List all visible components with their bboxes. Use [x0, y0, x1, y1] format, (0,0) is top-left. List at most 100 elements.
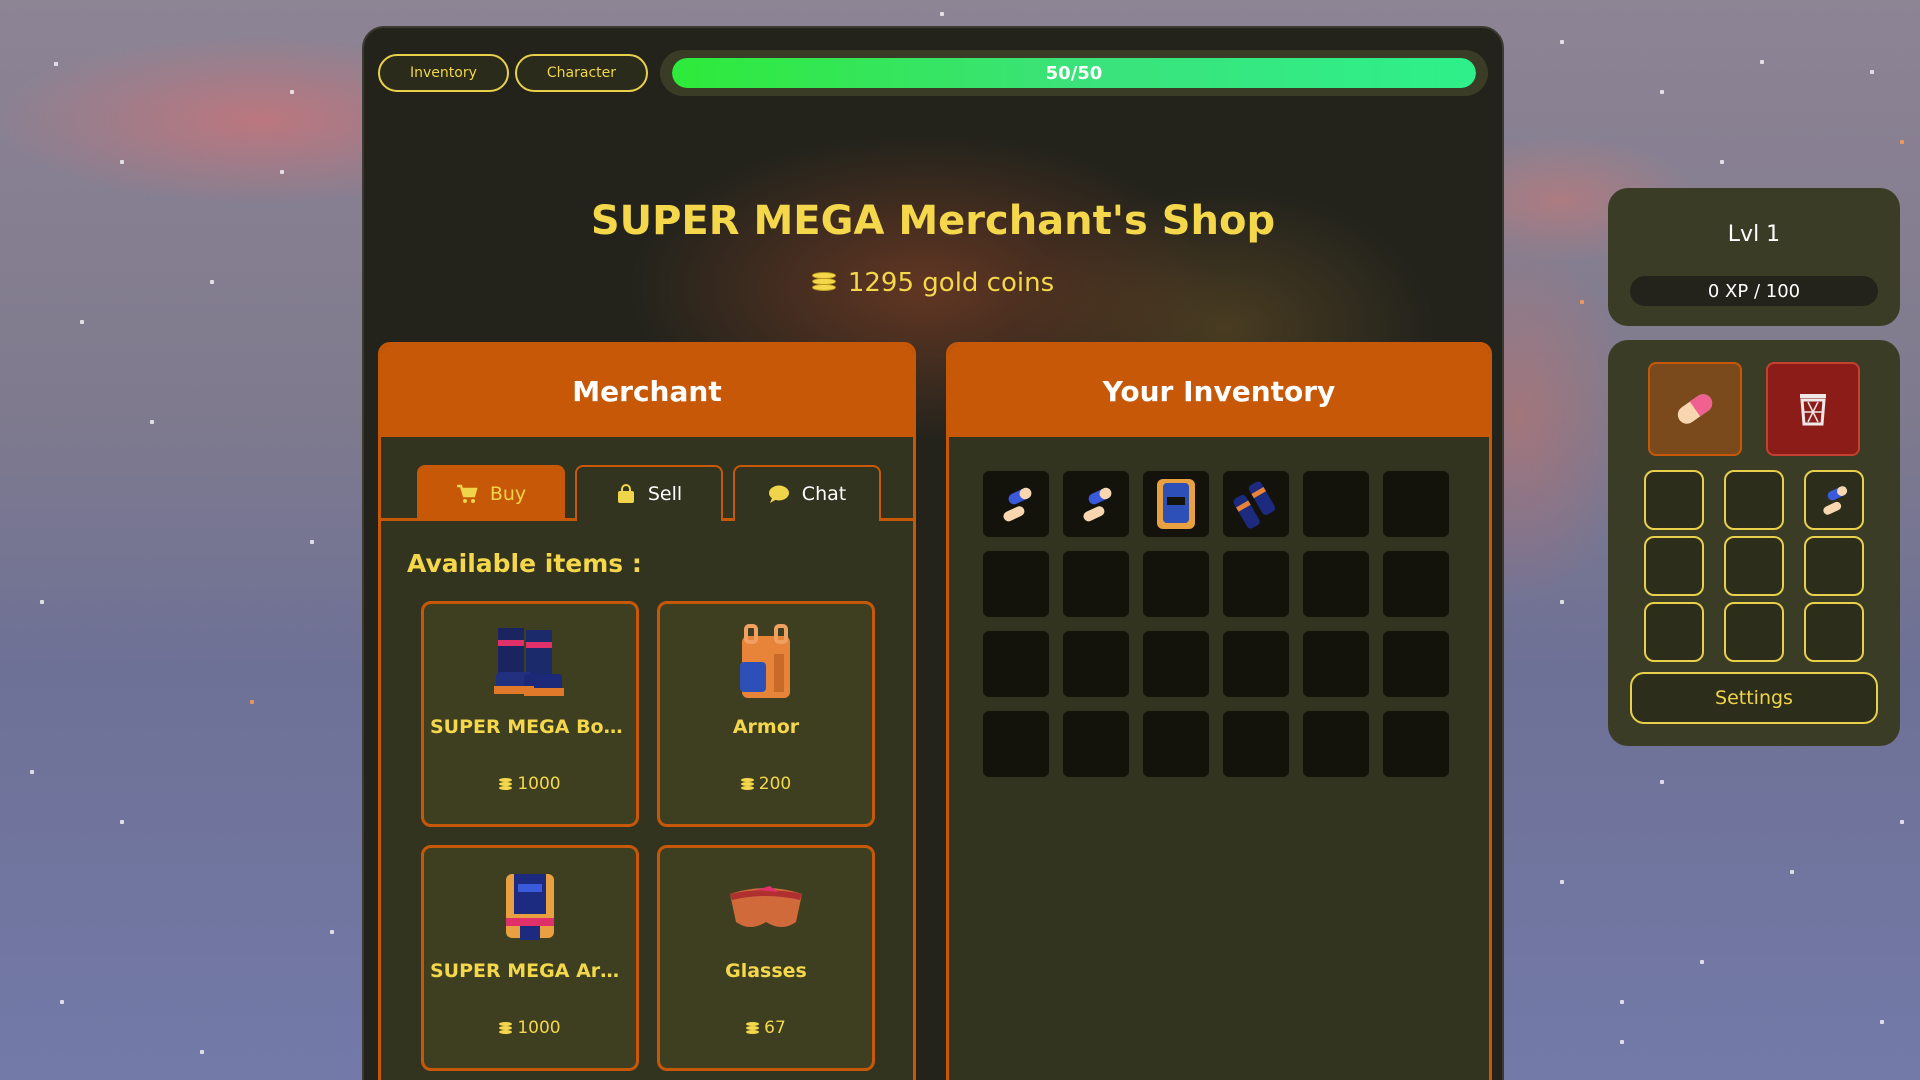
character-button[interactable]: Character: [514, 54, 648, 92]
item-price-value: 200: [758, 774, 792, 794]
inventory-slot[interactable]: [1063, 551, 1129, 617]
item-price: 200: [660, 774, 872, 794]
merchant-tabs: Buy Sell Chat: [381, 437, 913, 521]
star: [1900, 820, 1904, 824]
star: [310, 540, 314, 544]
inventory-slot[interactable]: [1063, 711, 1129, 777]
inventory-slot[interactable]: [1063, 631, 1129, 697]
star: [1560, 600, 1564, 604]
shop-item-super-mega-armor[interactable]: SUPER MEGA Armor 1000: [421, 845, 639, 1071]
inventory-slot[interactable]: [1143, 471, 1209, 537]
shop-item-armor[interactable]: Armor 200: [657, 601, 875, 827]
inventory-slot[interactable]: [1063, 471, 1129, 537]
inventory-slot[interactable]: [1383, 551, 1449, 617]
pill-icon: [1823, 486, 1848, 515]
inventory-panel: Your Inventory: [946, 342, 1492, 1080]
inventory-slot[interactable]: [1223, 471, 1289, 537]
tab-buy[interactable]: Buy: [417, 465, 565, 521]
inventory-slot[interactable]: [1383, 631, 1449, 697]
health-text: 50/50: [1045, 62, 1103, 84]
star: [1620, 1000, 1624, 1004]
health-bar-container: 50/50: [660, 50, 1488, 96]
star: [940, 12, 944, 16]
inventory-slot[interactable]: [1143, 551, 1209, 617]
inventory-slot[interactable]: [1143, 711, 1209, 777]
gold-display: 1295 gold coins: [364, 268, 1502, 298]
health-bar: 50/50: [672, 58, 1476, 88]
star: [150, 420, 154, 424]
inventory-slot[interactable]: [1223, 631, 1289, 697]
tab-chat[interactable]: Chat: [733, 465, 881, 521]
item-name: Armor: [732, 716, 800, 738]
star: [1900, 140, 1904, 144]
quick-slot[interactable]: [1724, 602, 1784, 662]
inventory-slot[interactable]: [983, 471, 1049, 537]
pill-icon: [1083, 487, 1112, 522]
star: [1870, 70, 1874, 74]
use-item-slot[interactable]: [1648, 362, 1742, 456]
inventory-grid: [983, 471, 1449, 777]
merchant-panel: Merchant Buy Sell Chat Available items :: [378, 342, 916, 1080]
star: [54, 62, 58, 66]
star: [30, 770, 34, 774]
inventory-slot[interactable]: [1383, 711, 1449, 777]
inventory-slot[interactable]: [1303, 551, 1369, 617]
trash-slot[interactable]: [1766, 362, 1860, 456]
star: [250, 700, 254, 704]
coin-icon: [740, 778, 755, 790]
item-price-value: 1000: [517, 1018, 561, 1038]
inventory-slot[interactable]: [1303, 471, 1369, 537]
item-name: Glasses: [725, 960, 807, 982]
cart-icon: [456, 484, 478, 503]
star: [210, 280, 214, 284]
star: [330, 930, 334, 934]
inventory-heading: Your Inventory: [949, 345, 1489, 437]
xp-bar: 0 XP / 100: [1630, 276, 1878, 306]
level-text: Lvl 1: [1727, 222, 1781, 247]
tab-buy-label: Buy: [489, 483, 527, 505]
quick-slot[interactable]: [1644, 536, 1704, 596]
available-items-label: Available items :: [407, 549, 642, 578]
star: [200, 1050, 204, 1054]
inventory-slot[interactable]: [1383, 471, 1449, 537]
inventory-slot[interactable]: [1223, 551, 1289, 617]
shop-item-super-mega-boots[interactable]: SUPER MEGA Boots 1000: [421, 601, 639, 827]
quick-slot[interactable]: [1724, 470, 1784, 530]
star: [60, 1000, 64, 1004]
quick-slot[interactable]: [1804, 536, 1864, 596]
gloves-icon: [1233, 481, 1276, 529]
shop-item-glasses[interactable]: Glasses 67: [657, 845, 875, 1071]
inventory-button[interactable]: Inventory: [378, 54, 509, 92]
star: [1880, 1020, 1884, 1024]
star: [1700, 960, 1704, 964]
quick-slot[interactable]: [1644, 602, 1704, 662]
quick-slot[interactable]: [1724, 536, 1784, 596]
star: [80, 320, 84, 324]
item-name: SUPER MEGA Boots: [430, 716, 630, 738]
quick-slot[interactable]: [1804, 602, 1864, 662]
quick-slot[interactable]: [1804, 470, 1864, 530]
tab-chat-label: Chat: [801, 483, 847, 505]
inventory-slot[interactable]: [983, 551, 1049, 617]
trash-icon: [1800, 394, 1826, 426]
inventory-slot[interactable]: [1303, 711, 1369, 777]
star: [1790, 870, 1794, 874]
item-price-value: 67: [764, 1018, 786, 1038]
star: [1660, 90, 1664, 94]
settings-button[interactable]: Settings: [1630, 672, 1878, 724]
shop-title: SUPER MEGA Merchant's Shop: [590, 198, 1276, 244]
inventory-slot[interactable]: [983, 711, 1049, 777]
star: [1720, 160, 1724, 164]
mega-armor-icon: [506, 874, 554, 940]
star: [290, 90, 294, 94]
boots-icon: [494, 628, 564, 696]
tab-sell[interactable]: Sell: [575, 465, 723, 521]
inventory-slot[interactable]: [1303, 631, 1369, 697]
tab-sell-label: Sell: [647, 483, 683, 505]
inventory-slot[interactable]: [1223, 711, 1289, 777]
inventory-slot[interactable]: [1143, 631, 1209, 697]
quick-slot[interactable]: [1644, 470, 1704, 530]
star: [1760, 60, 1764, 64]
coin-icon: [499, 1022, 513, 1034]
inventory-slot[interactable]: [983, 631, 1049, 697]
